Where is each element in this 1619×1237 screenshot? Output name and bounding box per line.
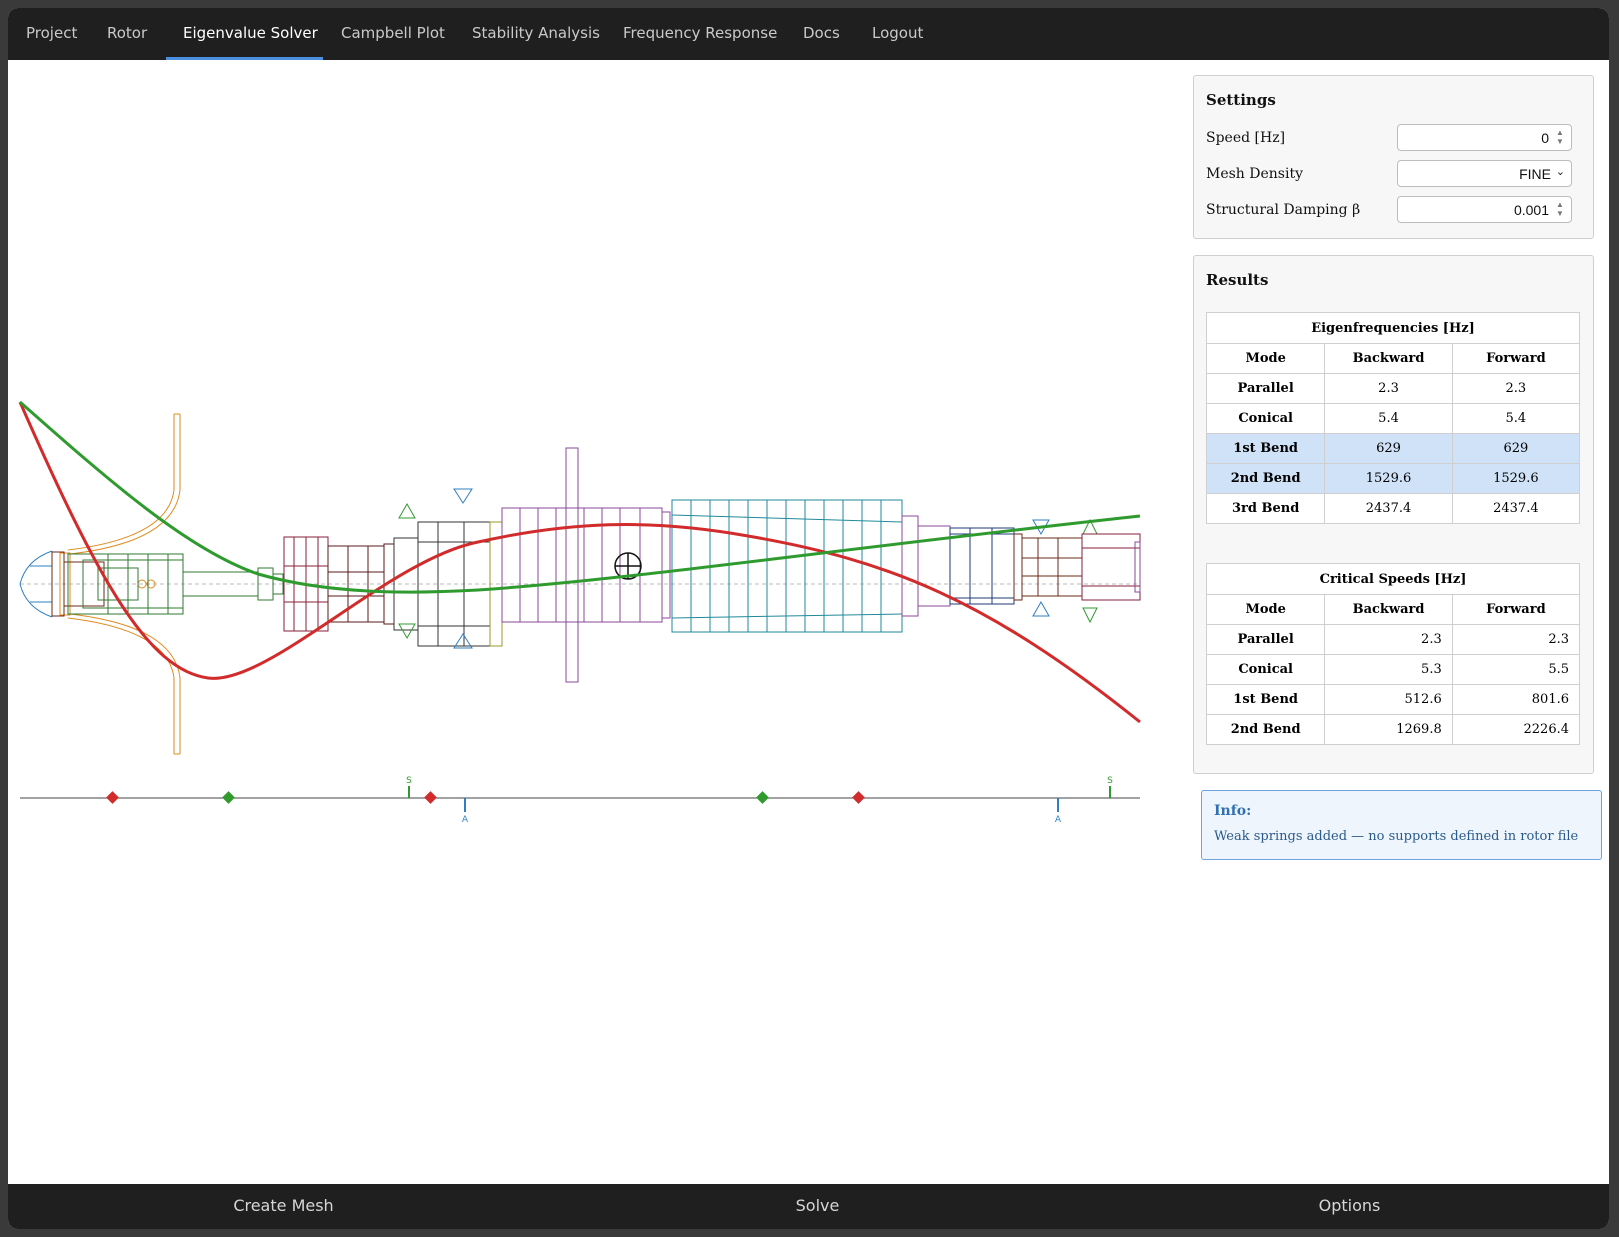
crit-header-backward: Backward <box>1324 594 1453 625</box>
mid-shaft <box>501 447 671 683</box>
bottom-action-bar: Create Mesh Solve Options <box>8 1184 1609 1229</box>
crit-cell-mode: 2nd Bend <box>1205 714 1326 745</box>
damping-input[interactable]: 0.001 ▲ ▼ <box>1397 196 1572 223</box>
mesh-density-value: FINE <box>1519 166 1551 182</box>
crit-cell-forward: 5.5 <box>1451 654 1581 685</box>
rear-end-cap <box>1081 533 1141 601</box>
eigenfrequencies-table: Eigenfrequencies [Hz] Mode Backward Forw… <box>1205 312 1581 524</box>
info-text: Weak springs added — no supports defined… <box>1214 829 1579 844</box>
speed-value: 0 <box>1541 130 1549 146</box>
mode-shape-red <box>18 401 1141 724</box>
damping-value: 0.001 <box>1513 202 1549 218</box>
rotor-drawing: S S A A <box>18 400 1141 825</box>
eigen-cell-backward: 2.3 <box>1324 373 1453 404</box>
settings-title: Settings <box>1206 91 1276 109</box>
crit-header-forward: Forward <box>1451 594 1581 625</box>
table-row[interactable]: Conical 5.4 5.4 <box>1205 403 1581 434</box>
mode-shape-green <box>19 400 1141 594</box>
eigen-cell-backward: 5.4 <box>1324 403 1453 434</box>
tab-project[interactable]: Project <box>26 8 77 60</box>
top-nav-bar: Project Rotor Eigenvalue Solver Campbell… <box>8 8 1609 60</box>
mesh-density-select[interactable]: FINE ⌄ <box>1397 160 1572 187</box>
critical-speeds-table: Critical Speeds [Hz] Mode Backward Forwa… <box>1205 563 1581 745</box>
crit-cell-backward: 512.6 <box>1324 684 1453 715</box>
eigen-cell-forward: 629 <box>1451 433 1581 464</box>
eigen-cell-backward: 629 <box>1324 433 1453 464</box>
crit-cell-backward: 5.3 <box>1324 654 1453 685</box>
crit-cell-forward: 2.3 <box>1451 624 1581 655</box>
support-label-s1: S <box>406 776 412 786</box>
bearing-label-a1: A <box>462 815 469 825</box>
rear-bearing-journal <box>949 527 1015 605</box>
bearing-label-a2: A <box>1055 815 1062 825</box>
crit-cell-forward: 2226.4 <box>1451 714 1581 745</box>
info-title: Info: <box>1214 803 1252 819</box>
results-title: Results <box>1206 271 1269 289</box>
bearing-markers <box>453 488 1050 649</box>
chevron-down-icon: ⌄ <box>1555 166 1565 178</box>
eigen-header-forward: Forward <box>1451 343 1581 374</box>
crit-cell-mode: Parallel <box>1205 624 1326 655</box>
eigen-cell-forward: 2.3 <box>1451 373 1581 404</box>
info-box: Info: Weak springs added — no supports d… <box>1201 790 1602 860</box>
eigen-cell-mode: 1st Bend <box>1205 433 1326 464</box>
table-row[interactable]: 1st Bend 512.6 801.6 <box>1205 684 1581 715</box>
eigen-cell-forward: 5.4 <box>1451 403 1581 434</box>
rear-shaft <box>901 515 951 617</box>
table-row[interactable]: Parallel 2.3 2.3 <box>1205 624 1581 655</box>
results-panel: Results Eigenfrequencies [Hz] Mode Backw… <box>1193 255 1594 774</box>
table-row[interactable]: Parallel 2.3 2.3 <box>1205 373 1581 404</box>
crit-cell-mode: 1st Bend <box>1205 684 1326 715</box>
table-row-highlighted[interactable]: 2nd Bend 1529.6 1529.6 <box>1205 463 1581 494</box>
speed-input[interactable]: 0 ▲ ▼ <box>1397 124 1572 151</box>
disk <box>565 447 579 683</box>
damping-label: Structural Damping β <box>1206 202 1361 218</box>
settings-panel: Settings Speed [Hz] 0 ▲ ▼ Mesh Density FI… <box>1193 75 1594 239</box>
mesh-density-label: Mesh Density <box>1206 166 1303 182</box>
eigen-cell-mode: Conical <box>1205 403 1326 434</box>
tab-docs[interactable]: Docs <box>803 8 840 60</box>
eigen-cell-forward: 1529.6 <box>1451 463 1581 494</box>
critical-speeds-caption: Critical Speeds [Hz] <box>1206 563 1580 595</box>
table-row[interactable]: 2nd Bend 1269.8 2226.4 <box>1205 714 1581 745</box>
crit-cell-forward: 801.6 <box>1451 684 1581 715</box>
crit-cell-backward: 1269.8 <box>1324 714 1453 745</box>
speed-spinner-icon[interactable]: ▲ ▼ <box>1555 128 1565 147</box>
crit-header-mode: Mode <box>1205 594 1326 625</box>
eigen-cell-backward: 1529.6 <box>1324 463 1453 494</box>
rear-end-section <box>1013 533 1083 601</box>
crit-cell-mode: Conical <box>1205 654 1326 685</box>
eigen-cell-backward: 2437.4 <box>1324 493 1453 524</box>
eigen-header-backward: Backward <box>1324 343 1453 374</box>
eigen-cell-mode: 2nd Bend <box>1205 463 1326 494</box>
create-mesh-button[interactable]: Create Mesh <box>17 1184 550 1229</box>
table-row[interactable]: Conical 5.3 5.5 <box>1205 654 1581 685</box>
rotor-canvas[interactable]: S S A A <box>8 60 1178 1184</box>
tab-logout[interactable]: Logout <box>872 8 923 60</box>
crit-cell-backward: 2.3 <box>1324 624 1453 655</box>
app-window: Project Rotor Eigenvalue Solver Campbell… <box>8 8 1609 1229</box>
tab-frequency-response[interactable]: Frequency Response <box>623 8 777 60</box>
tab-rotor[interactable]: Rotor <box>107 8 147 60</box>
support-label-s2: S <box>1107 776 1113 786</box>
table-row[interactable]: 3rd Bend 2437.4 2437.4 <box>1205 493 1581 524</box>
eigen-cell-forward: 2437.4 <box>1451 493 1581 524</box>
table-row-highlighted[interactable]: 1st Bend 629 629 <box>1205 433 1581 464</box>
solve-button[interactable]: Solve <box>551 1184 1084 1229</box>
eigen-cell-mode: Parallel <box>1205 373 1326 404</box>
tab-stability-analysis[interactable]: Stability Analysis <box>472 8 600 60</box>
eigen-cell-mode: 3rd Bend <box>1205 493 1326 524</box>
damping-spinner-icon[interactable]: ▲ ▼ <box>1555 200 1565 219</box>
speed-label: Speed [Hz] <box>1206 130 1286 146</box>
tab-eigenvalue-solver[interactable]: Eigenvalue Solver <box>183 8 318 60</box>
tab-campbell-plot[interactable]: Campbell Plot <box>341 8 445 60</box>
eigen-header-mode: Mode <box>1205 343 1326 374</box>
eigenfrequencies-caption: Eigenfrequencies [Hz] <box>1206 312 1580 344</box>
options-button[interactable]: Options <box>1083 1184 1609 1229</box>
